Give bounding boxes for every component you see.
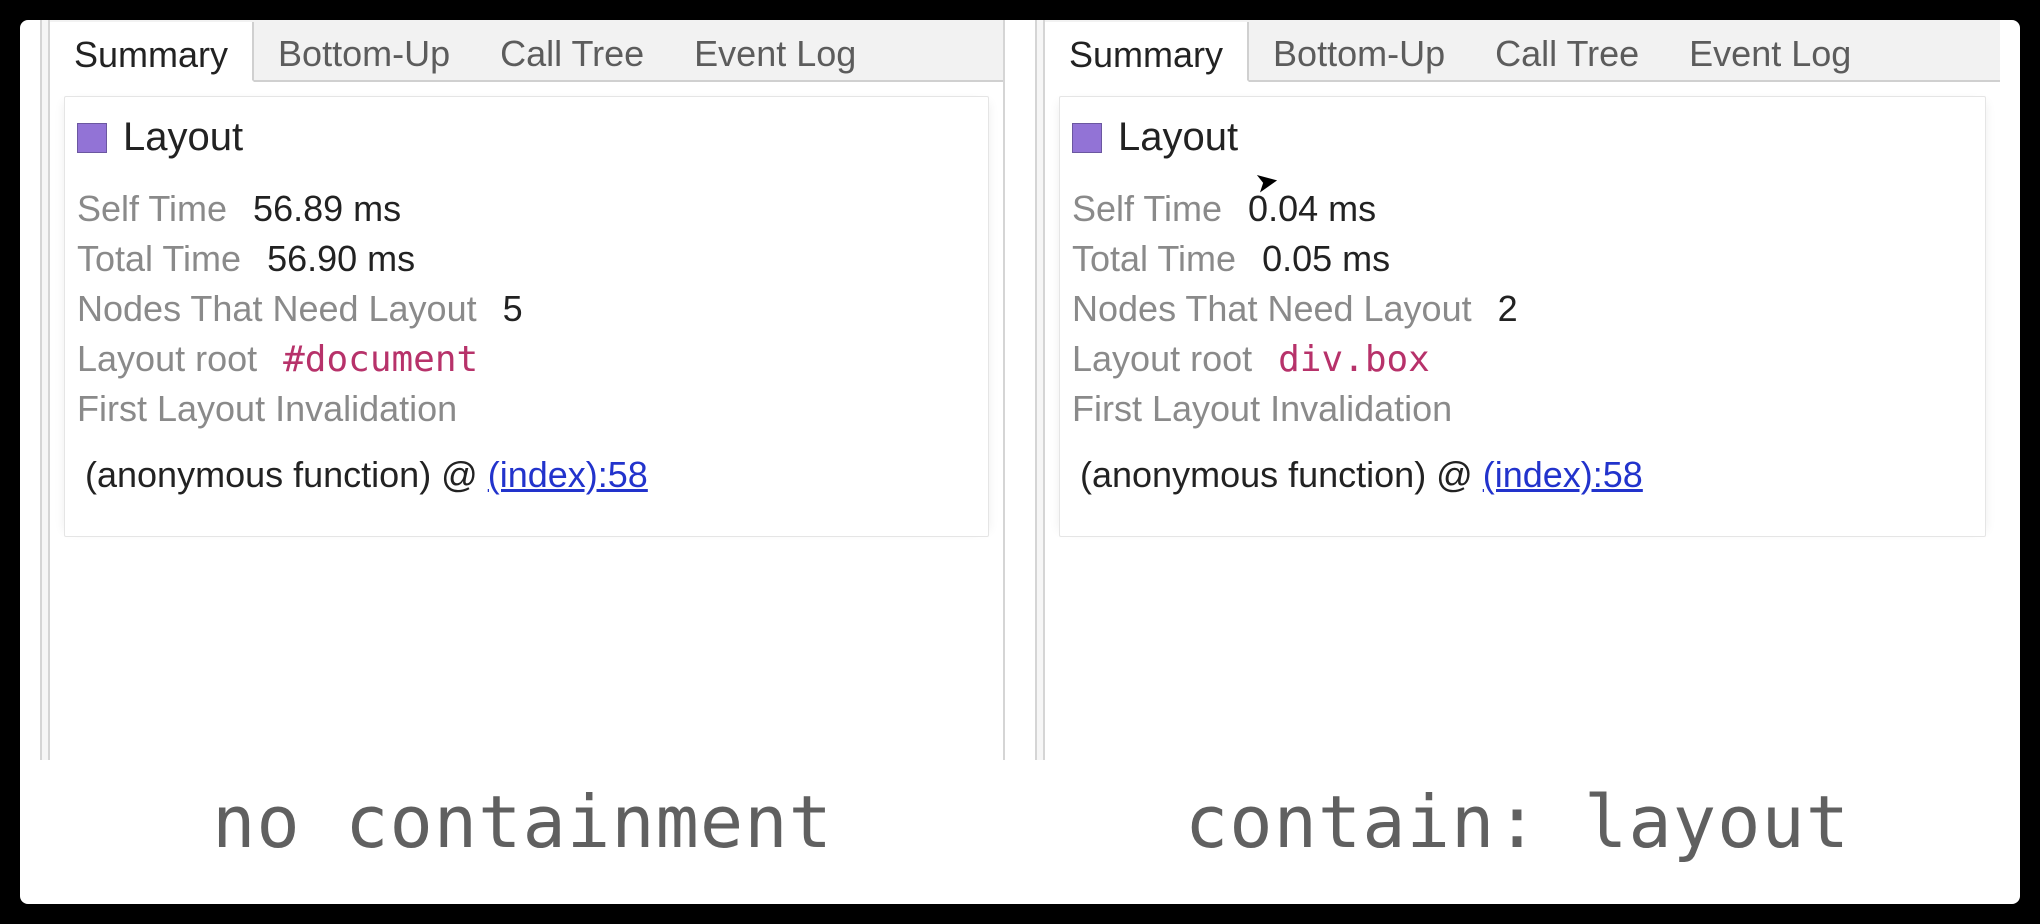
tab-event-log[interactable]: Event Log [670,20,882,80]
row-layout-root: Layout root #document [77,338,976,380]
tab-call-tree[interactable]: Call Tree [1471,20,1665,80]
panels-row: Summary Bottom-Up Call Tree Event Log La… [20,20,2020,760]
tab-bottom-up[interactable]: Bottom-Up [1249,20,1471,80]
summary-card: ➤ Layout Self Time 0.04 ms Total Time 0.… [1059,96,1986,537]
tab-call-tree[interactable]: Call Tree [476,20,670,80]
row-first-invalidation: First Layout Invalidation [1072,388,1973,430]
tab-summary[interactable]: Summary [1045,22,1249,82]
row-self-time: Self Time 56.89 ms [77,188,976,230]
value-total-time: 0.05 ms [1262,238,1390,280]
layout-color-swatch [1072,123,1102,153]
invalidation-prefix: (anonymous function) @ [1080,454,1483,495]
row-nodes-need-layout: Nodes That Need Layout 2 [1072,288,1973,330]
row-nodes-need-layout: Nodes That Need Layout 5 [77,288,976,330]
tab-bottom-up[interactable]: Bottom-Up [254,20,476,80]
panel-body: Summary Bottom-Up Call Tree Event Log ➤ … [1045,20,2000,760]
event-title: Layout [77,115,976,160]
tab-summary[interactable]: Summary [50,22,254,82]
invalidation-source-link[interactable]: (index):58 [1483,454,1643,495]
row-self-time: Self Time 0.04 ms [1072,188,1973,230]
event-name: Layout [1118,115,1238,160]
summary-card: Layout Self Time 56.89 ms Total Time 56.… [64,96,989,537]
event-name: Layout [123,115,243,160]
captions-row: no containment contain: layout [20,760,2020,904]
invalidation-source-link[interactable]: (index):58 [488,454,648,495]
row-first-invalidation: First Layout Invalidation [77,388,976,430]
value-self-time: 56.89 ms [253,188,401,230]
value-self-time: 0.04 ms [1248,188,1376,230]
tab-bar: Summary Bottom-Up Call Tree Event Log [50,20,1003,82]
label-first-invalidation: First Layout Invalidation [77,388,457,430]
layout-color-swatch [77,123,107,153]
devtools-panel-contain-layout: Summary Bottom-Up Call Tree Event Log ➤ … [1035,20,2000,760]
gutter [1035,20,1045,760]
value-layout-root[interactable]: #document [283,339,478,380]
value-layout-root[interactable]: div.box [1278,339,1430,380]
label-layout-root: Layout root [77,338,257,380]
label-self-time: Self Time [1072,188,1222,230]
devtools-panel-no-containment: Summary Bottom-Up Call Tree Event Log La… [40,20,1005,760]
row-layout-root: Layout root div.box [1072,338,1973,380]
row-total-time: Total Time 0.05 ms [1072,238,1973,280]
label-nodes-need-layout: Nodes That Need Layout [1072,288,1472,330]
value-nodes-need-layout: 2 [1498,288,1518,330]
label-nodes-need-layout: Nodes That Need Layout [77,288,477,330]
comparison-slide: Summary Bottom-Up Call Tree Event Log La… [20,20,2020,904]
label-layout-root: Layout root [1072,338,1252,380]
label-total-time: Total Time [77,238,241,280]
invalidation-source-line: (anonymous function) @ (index):58 [1072,454,1973,496]
label-total-time: Total Time [1072,238,1236,280]
invalidation-source-line: (anonymous function) @ (index):58 [77,454,976,496]
label-self-time: Self Time [77,188,227,230]
value-nodes-need-layout: 5 [503,288,523,330]
caption-left: no containment [40,760,1005,894]
tab-bar: Summary Bottom-Up Call Tree Event Log [1045,20,2000,82]
value-total-time: 56.90 ms [267,238,415,280]
panel-body: Summary Bottom-Up Call Tree Event Log La… [50,20,1005,760]
label-first-invalidation: First Layout Invalidation [1072,388,1452,430]
gutter [40,20,50,760]
tab-event-log[interactable]: Event Log [1665,20,1877,80]
event-title: Layout [1072,115,1973,160]
row-total-time: Total Time 56.90 ms [77,238,976,280]
caption-right: contain: layout [1035,760,2000,894]
invalidation-prefix: (anonymous function) @ [85,454,488,495]
